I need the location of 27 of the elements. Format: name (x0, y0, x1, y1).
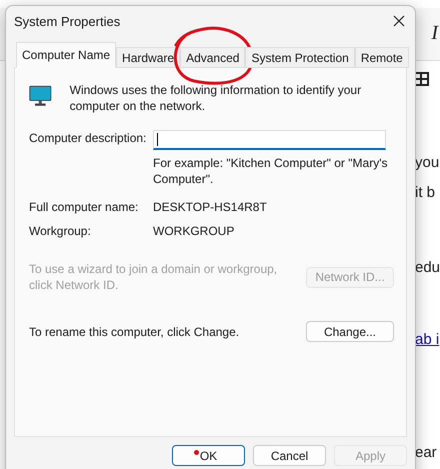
window-title: System Properties (14, 14, 120, 28)
description-field[interactable] (153, 130, 386, 150)
field-label: Full computer name: (29, 199, 140, 215)
instruction-text: To rename this computer, click Change. (29, 324, 240, 340)
document-link[interactable]: ab i (415, 329, 440, 351)
field-value: WORKGROUP (153, 223, 236, 239)
close-icon (393, 15, 405, 27)
tab[interactable]: Hardware (116, 47, 180, 68)
document-text: it b (415, 183, 436, 203)
table-icon[interactable] (413, 72, 429, 86)
instruction-text: To use a wizard to join a domain or workgroup, click Network ID. (29, 261, 278, 293)
intro-text: Windows uses the following information to identify your computer on the network. (70, 82, 362, 114)
document-text: ear (415, 443, 438, 463)
hint-text: For example: "Kitchen Computer" or "Mary's Computer". (153, 155, 388, 187)
tab[interactable]: Remote (354, 47, 409, 68)
tab[interactable]: System Protection (245, 47, 355, 68)
action-button[interactable]: Change... (306, 321, 394, 342)
italic-button[interactable]: I (431, 22, 438, 45)
field-label: Workgroup: (29, 223, 92, 239)
dialog-button[interactable]: OK (172, 445, 245, 466)
field-value: DESKTOP-HS14R8T (153, 199, 268, 215)
document-text: you (415, 153, 440, 173)
document-text: edu (415, 258, 440, 278)
field-label: Computer description: (29, 130, 148, 146)
tab[interactable]: Advanced (180, 47, 246, 68)
dialog-button[interactable]: Cancel (253, 445, 326, 466)
tab[interactable]: Computer Name (16, 42, 116, 68)
